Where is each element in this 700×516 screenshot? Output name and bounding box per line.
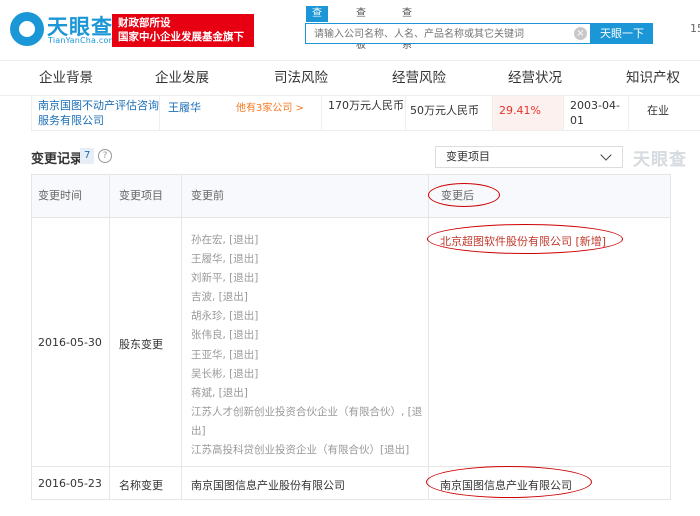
annotation-oval-new-shareholder	[427, 224, 623, 254]
list-item: 刘新平, [退出]	[191, 272, 259, 285]
search-box: ×	[305, 23, 591, 45]
header-before: 变更前	[191, 189, 224, 202]
change-records-table: 变更时间 变更项目 变更前 变更后 2016-05-30 股东变更 孙在宏, […	[31, 174, 671, 500]
header-change-time: 变更时间	[38, 189, 82, 202]
nav-business-development[interactable]: 企业发展	[155, 61, 209, 95]
table-line	[31, 499, 671, 500]
help-icon[interactable]: ?	[98, 149, 112, 163]
row2-item: 名称变更	[119, 479, 163, 492]
list-item: 出]	[191, 424, 206, 437]
row1-date: 2016-05-30	[38, 336, 102, 349]
change-item-select[interactable]: 变更项目	[435, 146, 623, 168]
gov-banner-line-2: 国家中小企业发展基金旗下	[118, 31, 244, 43]
list-item: 王亚华, [退出]	[191, 348, 259, 361]
gov-banner-line-1: 财政部所设	[118, 17, 171, 29]
summary-date: 2003-04-01	[563, 96, 628, 130]
table-line	[670, 174, 671, 500]
search-button[interactable]: 天眼一下	[591, 23, 653, 44]
table-line	[109, 174, 110, 500]
nav-business-background[interactable]: 企业背景	[39, 61, 93, 95]
watermark-logo: 天眼查	[633, 150, 687, 170]
summary-status: 在业	[628, 96, 700, 130]
section-title: 变更记录	[31, 152, 84, 167]
tianyancha-logo-icon[interactable]	[10, 12, 44, 46]
row1-before-list: 孙在宏, [退出] 王履华, [退出] 刘新平, [退出] 吉波, [退出] 胡…	[191, 231, 441, 460]
nav-operating-status[interactable]: 经营状况	[508, 61, 562, 95]
list-item: 孙在宏, [退出]	[191, 234, 259, 246]
header-change-item: 变更项目	[119, 189, 163, 202]
header-edge-text: 15	[690, 22, 700, 35]
table-line	[31, 466, 671, 467]
section-count-badge: 7	[80, 148, 95, 164]
annotation-oval-new-name	[426, 466, 592, 498]
tab-search-boss[interactable]: 查老板	[356, 6, 366, 51]
summary-amount: 170万元人民币	[321, 96, 405, 130]
nav-judicial-risk[interactable]: 司法风险	[274, 61, 328, 95]
search-input[interactable]	[312, 24, 566, 45]
table-line	[181, 174, 182, 500]
table-line	[31, 217, 671, 218]
table-line	[31, 174, 32, 500]
row1-item: 股东变更	[119, 338, 163, 351]
summary-percent: 29.41%	[492, 96, 563, 130]
summary-other-companies-link[interactable]: 他有3家公司 >	[236, 99, 304, 114]
summary-person-link[interactable]: 王履华	[168, 99, 201, 115]
list-item: 江苏高投科贷创业投资企业（有限合伙）[退出]	[191, 444, 410, 457]
gov-fund-banner[interactable]: 财政部所设 国家中小企业发展基金旗下	[112, 14, 254, 47]
nav-operating-risk[interactable]: 经营风险	[392, 61, 446, 95]
site-header: 天眼查 TianYanCha.com 财政部所设 国家中小企业发展基金旗下 查公…	[0, 0, 700, 57]
clear-search-icon[interactable]: ×	[574, 27, 587, 40]
list-item: 胡永珍, [退出]	[191, 310, 259, 323]
list-item: 江苏人才创新创业投资合伙企业（有限合伙）, [退	[191, 405, 423, 418]
logo-subtitle: TianYanCha.com	[48, 36, 117, 45]
annotation-oval-after-header	[428, 183, 500, 207]
list-item: 吉波, [退出]	[191, 291, 248, 304]
chevron-down-icon	[600, 149, 612, 161]
summary-capital: 50万元人民币	[405, 96, 492, 130]
list-item: 王履华, [退出]	[191, 253, 259, 266]
summary-company-link[interactable]: 南京国图不动产评估咨询服务有限公司	[31, 96, 159, 130]
row2-date: 2016-05-23	[38, 477, 102, 490]
row2-before: 南京国图信息产业股份有限公司	[191, 479, 345, 492]
tab-search-company[interactable]: 查公司	[306, 6, 328, 51]
summary-person-cell: 王履华 他有3家公司 >	[159, 96, 321, 130]
nav-intellectual-property[interactable]: 知识产权	[626, 61, 680, 95]
tab-search-relation[interactable]: 查关系	[402, 6, 412, 51]
investment-summary-row: 南京国图不动产评估咨询服务有限公司 王履华 他有3家公司 > 170万元人民币 …	[31, 96, 700, 131]
list-item: 张伟良, [退出]	[191, 329, 259, 342]
list-item: 蒋斌, [退出]	[191, 386, 248, 399]
company-nav: 企业背景 企业发展 司法风险 经营风险 经营状况 知识产权	[0, 60, 700, 96]
list-item: 吴长彬, [退出]	[191, 367, 259, 380]
change-item-select-value: 变更项目	[446, 150, 490, 163]
